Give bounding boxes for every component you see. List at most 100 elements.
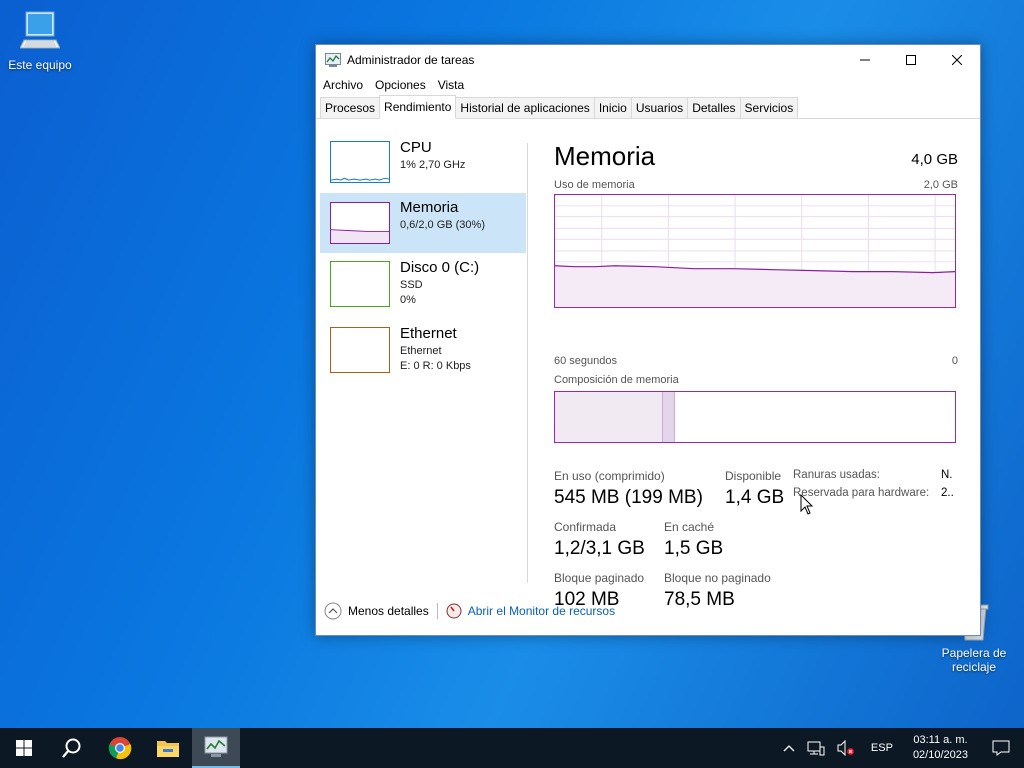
perf-item-subtitle: SSD [400, 279, 423, 291]
fewer-details-button[interactable]: Menos detalles [324, 602, 429, 620]
fewer-details-label: Menos detalles [348, 604, 429, 618]
task-manager-window: Administrador de tareas Archivo Opciones… [315, 44, 981, 636]
nonpaged-pool-label: Bloque no paginado [664, 571, 771, 585]
cached-label: En caché [664, 520, 715, 534]
task-manager-icon [204, 736, 228, 757]
perf-item-memory[interactable]: Memoria 0,6/2,0 GB (30%) [320, 193, 526, 253]
close-button[interactable] [934, 45, 980, 75]
windows-start-icon [16, 740, 32, 756]
panel-divider[interactable] [527, 143, 528, 583]
ethernet-thumbnail-graph [330, 327, 390, 373]
show-hidden-icons-button[interactable] [777, 744, 801, 752]
perf-item-subtitle: Ethernet [400, 345, 442, 357]
minimize-button[interactable] [842, 45, 888, 75]
perf-item-detail: E: 0 R: 0 Kbps [400, 360, 471, 372]
menu-vista[interactable]: Vista [434, 78, 468, 92]
computer-icon [20, 11, 60, 49]
perf-item-title: CPU [400, 139, 432, 156]
committed-label: Confirmada [554, 520, 617, 534]
clock[interactable]: 03:11 a. m. 02/10/2023 [903, 733, 978, 763]
page-title: Memoria [554, 141, 656, 171]
tab-servicios[interactable]: Servicios [739, 97, 799, 118]
usage-graph-label: Uso de memoria [554, 179, 635, 191]
available-value: 1,4 GB [725, 487, 785, 508]
resource-monitor-label: Abrir el Monitor de recursos [467, 604, 616, 618]
search-icon [62, 738, 81, 758]
window-footer: Menos detalles Abrir el Monitor de recur… [316, 597, 980, 625]
task-manager-icon [325, 53, 341, 67]
tab-detalles[interactable]: Detalles [687, 97, 741, 118]
resource-monitor-icon [446, 603, 462, 619]
usage-graph-max: 2,0 GB [923, 179, 958, 191]
cached-value: 1,5 GB [664, 538, 724, 559]
task-manager-taskbar-button[interactable] [192, 728, 240, 768]
start-button[interactable] [0, 728, 48, 768]
chevron-up-circle-icon [324, 602, 342, 620]
perf-item-subtitle: 0,6/2,0 GB (30%) [400, 219, 485, 231]
perf-item-subtitle: 1% 2,70 GHz [400, 159, 466, 171]
desktop-icon-label: Papelera de reciclaje [941, 646, 1007, 674]
hardware-reserved-value: 2.. [941, 487, 954, 499]
perf-item-cpu[interactable]: CPU 1% 2,70 GHz [320, 133, 526, 193]
memory-composition-bar [554, 391, 956, 443]
file-explorer-icon [157, 741, 179, 757]
perf-item-ethernet[interactable]: Ethernet Ethernet E: 0 R: 0 Kbps [320, 319, 526, 379]
memory-usage-graph [554, 194, 956, 308]
perf-item-title: Disco 0 (C:) [400, 259, 480, 276]
desktop-icon-this-pc[interactable]: Este equipo [0, 10, 80, 72]
file-explorer-taskbar-button[interactable] [144, 728, 192, 768]
cpu-thumbnail-graph [330, 141, 390, 183]
maximize-icon [906, 55, 916, 65]
close-icon [952, 55, 962, 65]
memory-total: 4,0 GB [911, 151, 958, 168]
clock-date: 02/10/2023 [912, 749, 968, 761]
title-bar[interactable]: Administrador de tareas [316, 45, 980, 75]
menu-bar: Archivo Opciones Vista [316, 75, 980, 95]
committed-value: 1,2/3,1 GB [554, 538, 645, 559]
resource-monitor-link[interactable]: Abrir el Monitor de recursos [446, 603, 615, 619]
paged-pool-label: Bloque paginado [554, 571, 645, 585]
tab-rendimiento[interactable]: Rendimiento [379, 95, 457, 119]
tab-procesos[interactable]: Procesos [320, 97, 381, 118]
perf-item-title: Memoria [400, 199, 459, 216]
perf-item-detail: 0% [400, 294, 416, 306]
action-center-button[interactable] [978, 740, 1024, 756]
footer-divider [436, 603, 438, 619]
menu-opciones[interactable]: Opciones [371, 78, 430, 92]
tab-usuarios[interactable]: Usuarios [630, 97, 689, 118]
slots-used-value: N. [941, 469, 953, 481]
desktop-icon-label: Este equipo [8, 58, 72, 72]
taskbar: ESP 03:11 a. m. 02/10/2023 [0, 728, 1024, 768]
volume-button[interactable] [831, 740, 861, 756]
in-use-label: En uso (comprimido) [554, 469, 665, 483]
in-use-value: 545 MB (199 MB) [554, 487, 703, 508]
chrome-taskbar-button[interactable] [96, 728, 144, 768]
slots-used-label: Ranuras usadas: [793, 469, 880, 481]
minimize-icon [860, 59, 870, 61]
input-language-indicator[interactable]: ESP [861, 742, 903, 754]
menu-archivo[interactable]: Archivo [319, 78, 367, 92]
network-button[interactable] [801, 740, 831, 756]
graph-time-left: 60 segundos [554, 355, 617, 367]
volume-muted-icon [837, 740, 854, 756]
chevron-up-icon [783, 745, 795, 752]
mouse-cursor-icon [800, 494, 814, 515]
tab-bar: Procesos Rendimiento Historial de aplica… [316, 95, 980, 119]
disk-thumbnail-graph [330, 261, 390, 307]
tab-historial[interactable]: Historial de aplicaciones [455, 97, 595, 118]
perf-item-title: Ethernet [400, 325, 457, 342]
network-icon [807, 741, 825, 756]
window-title: Administrador de tareas [347, 53, 475, 67]
clock-time: 03:11 a. m. [913, 734, 968, 746]
composition-label: Composición de memoria [554, 374, 679, 386]
maximize-button[interactable] [888, 45, 934, 75]
perf-item-disk[interactable]: Disco 0 (C:) SSD 0% [320, 253, 526, 313]
available-label: Disponible [725, 469, 782, 483]
graph-time-right: 0 [951, 355, 958, 367]
performance-list: CPU 1% 2,70 GHz Memoria 0,6/2,0 GB (30%)… [320, 121, 526, 581]
search-button[interactable] [48, 728, 96, 768]
memory-thumbnail-graph [330, 202, 390, 244]
system-tray: ESP 03:11 a. m. 02/10/2023 [777, 728, 1024, 768]
tab-inicio[interactable]: Inicio [593, 97, 632, 118]
notification-icon [992, 740, 1010, 756]
